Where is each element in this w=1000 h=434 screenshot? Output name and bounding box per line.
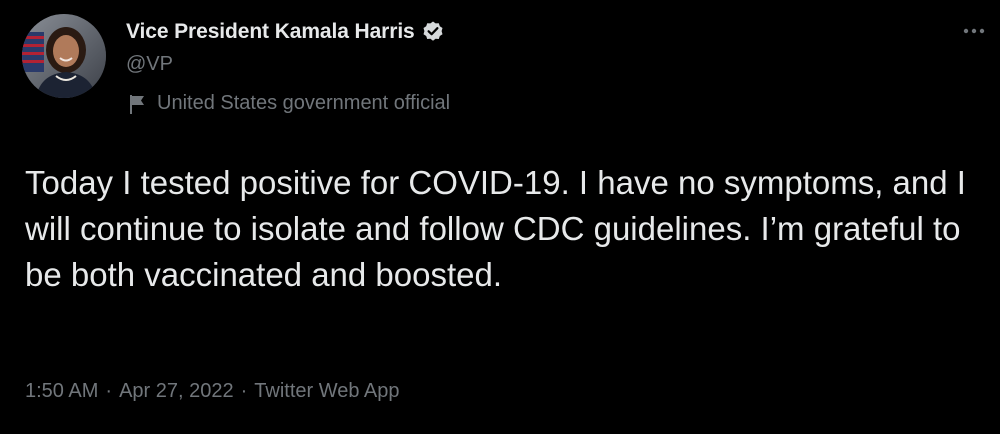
government-label-text: United States government official xyxy=(157,92,451,114)
verified-badge-icon xyxy=(421,20,445,44)
tweet-meta: 1:50 AM · Apr 27, 2022 · Twitter Web App xyxy=(25,380,400,403)
tweet-text: Today I tested positive for COVID-19. I … xyxy=(25,164,966,293)
tweet-source[interactable]: Twitter Web App xyxy=(254,380,399,403)
author-name-row: Vice President Kamala Harris xyxy=(126,17,445,47)
more-options-button[interactable] xyxy=(956,20,992,42)
tweet: Vice President Kamala Harris @VP United … xyxy=(0,0,1000,434)
avatar[interactable] xyxy=(22,14,106,98)
author-handle[interactable]: @VP xyxy=(126,53,173,76)
flag-icon xyxy=(128,93,148,115)
government-label[interactable]: United States government official xyxy=(128,92,450,115)
author-display-name[interactable]: Vice President Kamala Harris xyxy=(126,20,415,44)
tweet-date[interactable]: Apr 27, 2022 xyxy=(119,380,234,403)
meta-separator: · xyxy=(240,380,248,402)
more-icon xyxy=(963,28,985,34)
avatar-image xyxy=(22,14,106,98)
tweet-time[interactable]: 1:50 AM xyxy=(25,380,98,403)
meta-separator: · xyxy=(105,380,113,402)
